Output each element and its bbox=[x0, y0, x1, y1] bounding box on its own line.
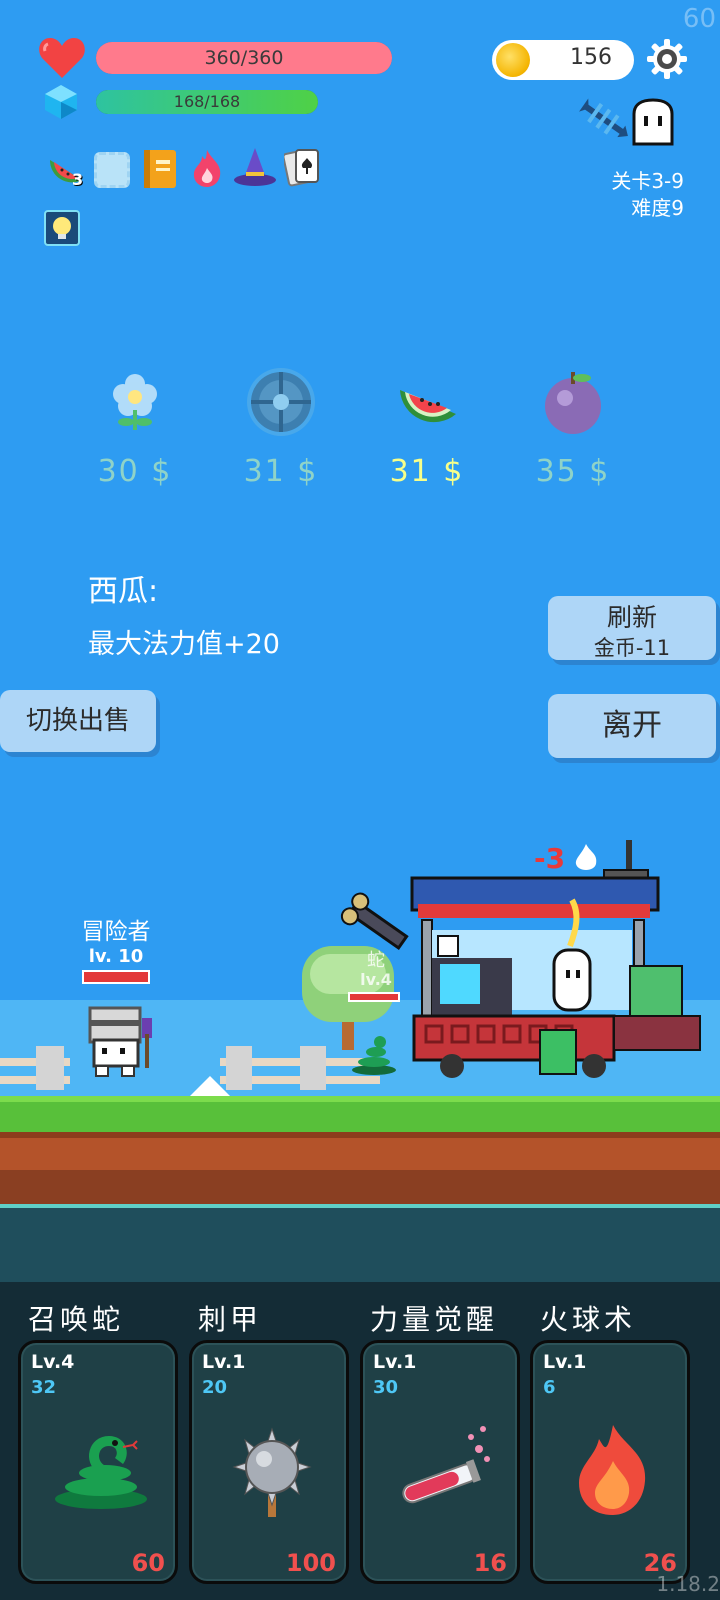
snake-sprite bbox=[352, 1036, 396, 1075]
item-description: 最大法力值+20 bbox=[88, 629, 280, 660]
shield-icon bbox=[247, 368, 315, 436]
watermelon-count: 3 bbox=[72, 170, 84, 189]
coin-icon bbox=[496, 43, 530, 77]
coin-amount: 156 bbox=[570, 45, 612, 70]
hero-name: 冒险者 bbox=[81, 919, 151, 945]
skill-name: 力量觉醒 bbox=[370, 1303, 499, 1336]
skill-card-summon-snake[interactable]: Lv.4 32 60 bbox=[18, 1340, 178, 1584]
skill-value: 30 bbox=[373, 1377, 399, 1398]
fps-counter: 60 bbox=[682, 4, 716, 34]
skill-card-fireball[interactable]: Lv.1 6 26 bbox=[530, 1340, 690, 1584]
fire-icon bbox=[579, 1425, 646, 1515]
version-label: 1.18.2 bbox=[656, 1572, 720, 1596]
skill-value: 20 bbox=[202, 1377, 228, 1398]
ghost-icon[interactable] bbox=[630, 98, 676, 146]
mana-text: 168/168 bbox=[173, 92, 241, 111]
wizard-hat-icon[interactable] bbox=[232, 146, 278, 188]
skill-value: 32 bbox=[31, 1377, 57, 1398]
gem-icon bbox=[45, 85, 77, 119]
refresh-cost: 金币-11 bbox=[593, 636, 671, 660]
flower-icon bbox=[113, 374, 157, 430]
shop-price: 30 $ bbox=[97, 454, 173, 489]
hp-text: 360/360 bbox=[204, 47, 284, 69]
refresh-button[interactable]: 刷新 金币-11 bbox=[548, 596, 716, 660]
shop-item-watermelon[interactable]: 31 $ bbox=[372, 366, 482, 489]
skill-name: 召唤蛇 bbox=[28, 1303, 125, 1336]
empty-slot-icon[interactable] bbox=[94, 152, 130, 188]
fish-bone-icon[interactable] bbox=[574, 96, 632, 146]
refresh-label: 刷新 bbox=[606, 603, 657, 632]
watermelon-icon bbox=[400, 390, 456, 423]
water bbox=[0, 1204, 720, 1284]
shop-price: 35 $ bbox=[535, 454, 611, 489]
shop-item-shield[interactable]: 31 $ bbox=[226, 366, 336, 489]
stage-label: 关卡3-9 bbox=[611, 169, 684, 193]
shop-item-plum[interactable]: 35 $ bbox=[518, 366, 628, 489]
stage-info: 关卡3-9 难度9 bbox=[611, 168, 684, 222]
plum-icon bbox=[545, 372, 601, 434]
playing-cards-icon[interactable] bbox=[284, 146, 322, 188]
shop-price: 31 $ bbox=[389, 454, 465, 489]
snake-level: lv.4 bbox=[360, 970, 392, 989]
snake-icon bbox=[55, 1435, 147, 1509]
dirt-lower bbox=[0, 1170, 720, 1204]
skill-name: 刺甲 bbox=[198, 1303, 263, 1336]
grass bbox=[0, 1096, 720, 1132]
gear-icon[interactable] bbox=[646, 38, 688, 80]
skill-cost: 100 bbox=[285, 1549, 336, 1577]
toggle-sell-button[interactable]: 切换出售 bbox=[0, 690, 156, 752]
item-watermelon[interactable]: 3 bbox=[46, 150, 86, 190]
coin-counter: 156 bbox=[492, 40, 634, 80]
skill-cost: 60 bbox=[131, 1549, 165, 1577]
flame-icon[interactable] bbox=[190, 148, 224, 188]
hero-sprite[interactable] bbox=[82, 1004, 162, 1078]
skill-card-thorn-armor[interactable]: Lv.1 20 100 bbox=[189, 1340, 349, 1584]
skill-name: 火球术 bbox=[540, 1303, 637, 1336]
merchant-cart bbox=[410, 840, 701, 1078]
hero-level: lv. 10 bbox=[88, 946, 144, 967]
skill-value: 6 bbox=[543, 1377, 556, 1398]
snake-hp-bar bbox=[348, 992, 400, 1002]
skill-level: Lv.1 bbox=[543, 1351, 587, 1373]
skill-cost: 16 bbox=[473, 1549, 507, 1577]
heart-icon bbox=[39, 38, 85, 78]
skill-level: Lv.4 bbox=[31, 1351, 75, 1373]
difficulty-label: 难度9 bbox=[631, 196, 684, 220]
book-icon[interactable] bbox=[142, 148, 178, 190]
shop-item-flower[interactable]: 30 $ bbox=[80, 366, 190, 489]
shop-price: 31 $ bbox=[243, 454, 319, 489]
lightbulb-icon[interactable] bbox=[44, 210, 80, 246]
potion-tube-icon bbox=[402, 1426, 490, 1504]
mana-bar: 168/168 bbox=[96, 90, 318, 114]
hero-hp-bar bbox=[82, 970, 150, 984]
item-title: 西瓜: bbox=[88, 574, 159, 609]
skill-level: Lv.1 bbox=[373, 1351, 417, 1373]
skill-level: Lv.1 bbox=[202, 1351, 246, 1373]
skill-card-power-awaken[interactable]: Lv.1 30 16 bbox=[360, 1340, 520, 1584]
spiked-ball-icon bbox=[232, 1427, 312, 1517]
leave-button[interactable]: 离开 bbox=[548, 694, 716, 758]
hp-bar: 360/360 bbox=[96, 42, 392, 74]
